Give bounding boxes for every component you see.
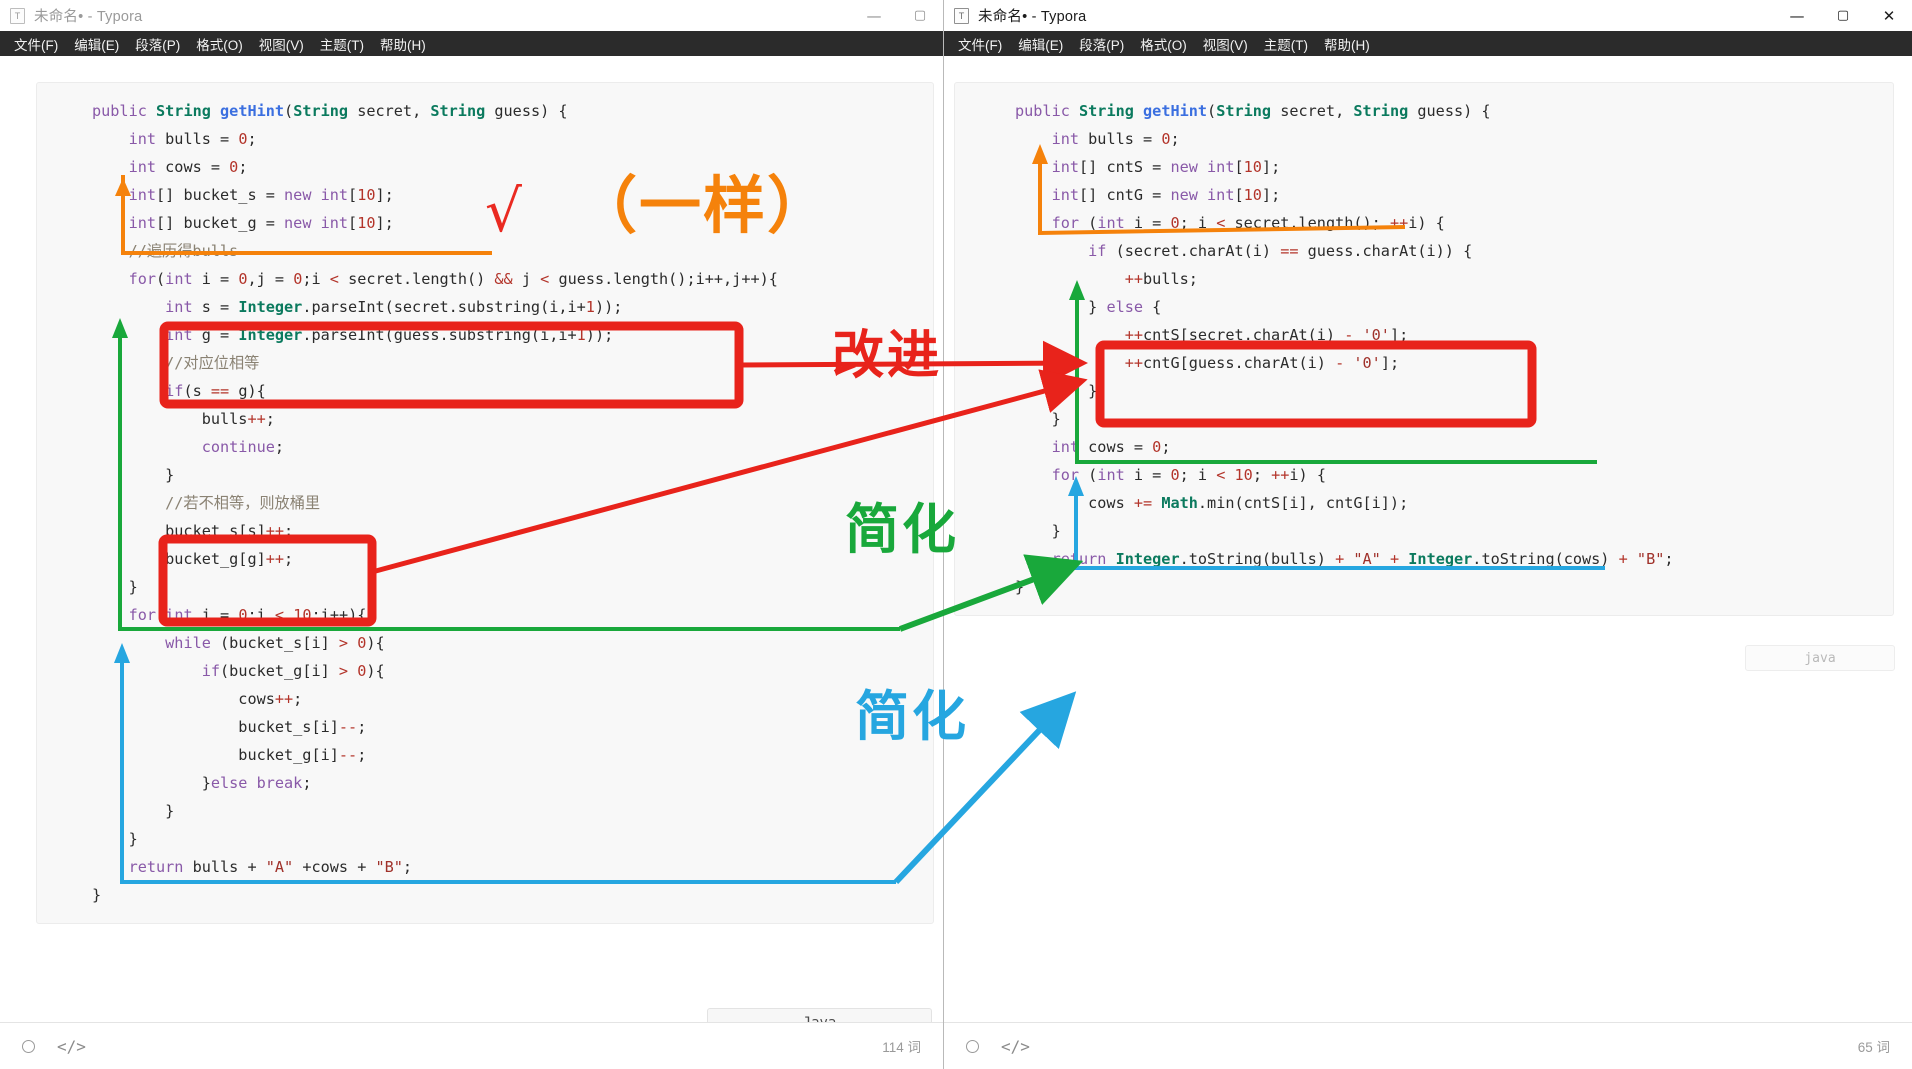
maximize-button-left[interactable]: ▢: [897, 0, 943, 31]
source-code-icon-right[interactable]: </>: [1001, 1037, 1030, 1056]
code-line: } else {: [1015, 298, 1162, 316]
menu-view-left[interactable]: 视图(V): [251, 31, 312, 57]
code-line: public String getHint(String secret, Str…: [1015, 102, 1491, 120]
code-line: //若不相等，则放桶里: [92, 494, 321, 512]
statusbar-right: </> 65 词: [944, 1022, 1912, 1069]
window-title-left: 未命名• - Typora: [34, 9, 143, 25]
code-line: int cows = 0;: [1051, 438, 1171, 456]
menubar-left: 文件(F) 编辑(E) 段落(P) 格式(O) 视图(V) 主题(T) 帮助(H…: [0, 31, 943, 56]
word-count-left[interactable]: 114 词: [882, 1036, 921, 1056]
code-line: while (bucket_s[i] > 0){: [165, 634, 385, 652]
menu-help-right[interactable]: 帮助(H): [1316, 31, 1378, 57]
checkmark-annotation: √: [485, 177, 522, 245]
code-line: }: [92, 802, 175, 820]
menu-theme-left[interactable]: 主题(T): [312, 31, 372, 57]
simplify-annotation-blue: 简化: [855, 685, 969, 748]
minimize-button-right[interactable]: —: [1774, 0, 1820, 31]
code-block-right[interactable]: public String getHint(String secret, Str…: [954, 82, 1894, 616]
menu-format-left[interactable]: 格式(O): [188, 31, 251, 57]
word-count-right[interactable]: 65 词: [1858, 1036, 1890, 1056]
code-line: bucket_g[i]--;: [92, 746, 367, 764]
improve-annotation: 改进: [832, 326, 943, 386]
menu-paragraph-right[interactable]: 段落(P): [1071, 31, 1132, 57]
code-line: }: [1015, 410, 1061, 428]
menu-help-left[interactable]: 帮助(H): [372, 31, 434, 57]
menu-edit-right[interactable]: 编辑(E): [1010, 31, 1071, 57]
typora-window-right: T 未命名• - Typora — ▢ ✕ 文件(F) 编辑(E) 段落(P) …: [944, 0, 1912, 1069]
window-controls-right: — ▢ ✕: [1774, 0, 1912, 31]
sync-circle-icon-right[interactable]: [966, 1039, 979, 1053]
source-code-icon-left[interactable]: </>: [57, 1037, 86, 1056]
code-line: }: [1015, 578, 1025, 596]
code-line: for (int i = 0; i < secret.length(); ++i…: [1051, 214, 1445, 232]
statusbar-left: </> 114 词: [0, 1022, 943, 1069]
code-line: int[] cntS = new int[10];: [1051, 158, 1281, 176]
code-line: int bulls = 0;: [1051, 130, 1180, 148]
close-button-right[interactable]: ✕: [1866, 0, 1912, 31]
code-line: bucket_s[i]--;: [92, 718, 367, 736]
code-line: for(int i = 0;i < 10;i++){: [128, 606, 367, 624]
code-line: int bulls = 0;: [128, 130, 257, 148]
typora-window-left: T 未命名• - Typora — ▢ 文件(F) 编辑(E) 段落(P) 格式…: [0, 0, 944, 1069]
code-line: cows++;: [92, 690, 303, 708]
code-line: ++cntG[guess.charAt(i) - '0'];: [1124, 354, 1400, 372]
code-line: bulls++;: [92, 410, 275, 428]
code-line: cows += Math.min(cntS[i], cntG[i]);: [1015, 494, 1409, 512]
code-line: }: [92, 830, 138, 848]
titlebar-left: T 未命名• - Typora — ▢: [0, 0, 943, 31]
minimize-button-left[interactable]: —: [851, 0, 897, 31]
menu-file-right[interactable]: 文件(F): [950, 31, 1010, 57]
menu-theme-right[interactable]: 主题(T): [1256, 31, 1316, 57]
code-line: }: [1015, 522, 1061, 540]
screen-root: T 未命名• - Typora — ▢ 文件(F) 编辑(E) 段落(P) 格式…: [0, 0, 1912, 1069]
code-line: ++bulls;: [1124, 270, 1198, 288]
code-line: return Integer.toString(bulls) + "A" + I…: [1051, 550, 1674, 568]
code-line: }: [92, 466, 175, 484]
code-line: }else break;: [92, 774, 312, 792]
code-line: int[] cntG = new int[10];: [1051, 186, 1281, 204]
code-line: int s = Integer.parseInt(secret.substrin…: [165, 298, 623, 316]
language-tag-right[interactable]: java: [1745, 645, 1895, 671]
code-line: //对应位相等: [92, 354, 260, 372]
window-title-right: 未命名• - Typora: [978, 9, 1087, 25]
code-line: bucket_g[g]++;: [92, 550, 294, 568]
menu-paragraph-left[interactable]: 段落(P): [127, 31, 188, 57]
same-annotation: （一样）: [575, 169, 832, 242]
code-line: int g = Integer.parseInt(guess.substring…: [165, 326, 614, 344]
code-line: continue;: [201, 438, 285, 456]
menubar-right: 文件(F) 编辑(E) 段落(P) 格式(O) 视图(V) 主题(T) 帮助(H…: [944, 31, 1912, 56]
menu-view-right[interactable]: 视图(V): [1195, 31, 1256, 57]
titlebar-right: T 未命名• - Typora — ▢ ✕: [944, 0, 1912, 31]
code-line: if(s == g){: [165, 382, 266, 400]
window-controls-left: — ▢: [851, 0, 943, 31]
menu-file-left[interactable]: 文件(F): [6, 31, 66, 57]
language-tag-left[interactable]: Java: [707, 1008, 932, 1022]
code-line: return bulls + "A" +cows + "B";: [128, 858, 413, 876]
code-line: }: [1015, 382, 1098, 400]
sync-circle-icon-left[interactable]: [22, 1039, 35, 1053]
typora-document-icon: T: [954, 7, 969, 24]
editor-area-right[interactable]: public String getHint(String secret, Str…: [944, 56, 1912, 1022]
code-line: }: [92, 886, 102, 904]
code-line: if (secret.charAt(i) == guess.charAt(i))…: [1088, 242, 1473, 260]
menu-format-right[interactable]: 格式(O): [1132, 31, 1195, 57]
maximize-button-right[interactable]: ▢: [1820, 0, 1866, 31]
simplify-annotation-green: 简化: [845, 498, 959, 561]
code-line: for(int i = 0,j = 0;i < secret.length() …: [128, 270, 778, 288]
code-line: bucket_s[s]++;: [92, 522, 294, 540]
code-line: if(bucket_g[i] > 0){: [201, 662, 385, 680]
code-line: public String getHint(String secret, Str…: [92, 102, 568, 120]
typora-document-icon: T: [10, 7, 25, 24]
menu-edit-left[interactable]: 编辑(E): [66, 31, 127, 57]
code-line: }: [92, 578, 138, 596]
code-line: for (int i = 0; i < 10; ++i) {: [1051, 466, 1326, 484]
code-line: ++cntS[secret.charAt(i) - '0'];: [1124, 326, 1409, 344]
